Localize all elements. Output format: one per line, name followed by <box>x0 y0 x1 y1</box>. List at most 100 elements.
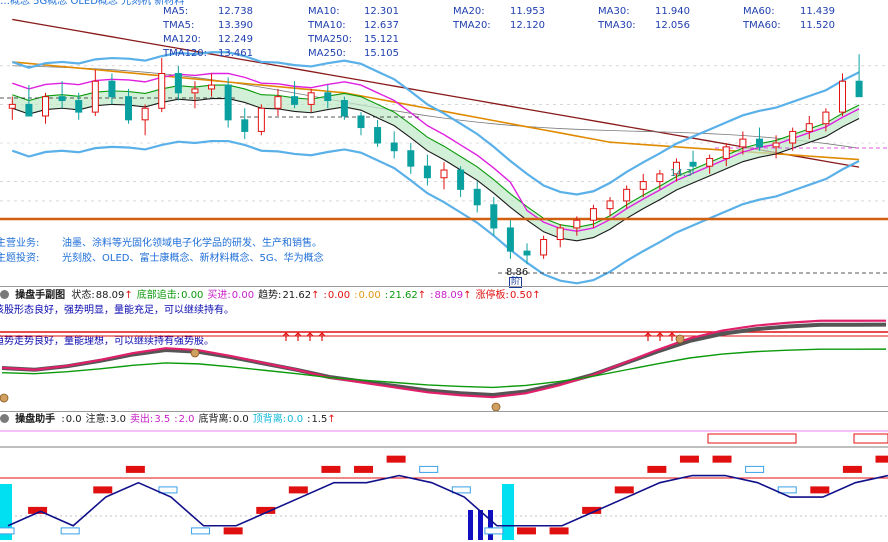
candle-body <box>340 100 348 117</box>
candle-body <box>656 173 664 183</box>
candle-body <box>457 169 465 190</box>
candle-body <box>407 150 415 167</box>
step-block <box>875 455 888 463</box>
candle-body <box>158 73 166 109</box>
candle-body <box>241 119 249 132</box>
business-label: 主营业务: <box>0 238 40 249</box>
step-block <box>647 465 667 473</box>
buy-arrow-icon <box>656 332 664 341</box>
top-header-fragment: …概念 5G概念 OLED概念 光刻机 新材料 <box>0 0 185 7</box>
concept-text: 光刻胶、OLED、富士康概念、新材料概念、5G、华为概念 <box>62 253 324 264</box>
step-block <box>158 486 178 494</box>
blue-signal-bar <box>488 510 493 540</box>
signal-box <box>707 433 797 444</box>
candle-body <box>805 123 813 132</box>
candle-body <box>141 107 149 121</box>
pane-divider-1 <box>0 286 888 287</box>
candle-body <box>108 80 116 98</box>
tma250-value: 15.121 <box>364 34 399 45</box>
step-block <box>614 486 634 494</box>
ma60-value: 11.439 <box>800 6 835 17</box>
candle-body <box>374 127 382 144</box>
tma30-label: TMA30: <box>598 20 636 31</box>
candle-body <box>91 80 99 113</box>
indicator2-chart[interactable] <box>0 414 888 542</box>
candle-body <box>855 80 863 98</box>
pane-divider-2 <box>0 411 888 412</box>
candle-body <box>58 96 66 102</box>
candle-body <box>423 165 431 179</box>
candle-body <box>307 92 315 105</box>
ma30-label: MA30: <box>598 6 630 17</box>
step-block <box>354 465 374 473</box>
step-block <box>419 465 439 473</box>
coin-marker-icon <box>675 334 685 344</box>
candle-body <box>573 219 581 229</box>
tma120-value: 13.461 <box>218 48 253 59</box>
ma5-label: MA5: <box>163 6 189 17</box>
step-block <box>223 527 243 535</box>
ma250-value: 15.105 <box>364 48 399 59</box>
step-block <box>321 465 341 473</box>
indicator1-chart[interactable] <box>0 289 888 411</box>
concept-label: 主题投资: <box>0 253 40 264</box>
buy-arrow-icon <box>294 332 302 341</box>
tma10-label: TMA10: <box>308 20 346 31</box>
step-block <box>386 455 406 463</box>
candle-body <box>291 96 299 105</box>
candle-body <box>257 107 265 132</box>
candle-body <box>357 115 365 129</box>
candle-body <box>208 84 216 90</box>
tma60-value: 11.520 <box>800 20 835 31</box>
candle-body <box>623 188 631 202</box>
tma60-label: TMA60: <box>743 20 781 31</box>
tma250-label: TMA250: <box>308 34 353 45</box>
candle-body <box>739 138 747 148</box>
mid-price-label: 14.3 <box>670 168 693 179</box>
candle-body <box>490 204 498 229</box>
step-block <box>125 465 145 473</box>
candle-body <box>125 96 133 121</box>
ma20-label: MA20: <box>453 6 485 17</box>
candle-body <box>706 157 714 167</box>
tma5-value: 13.390 <box>218 20 253 31</box>
ma60-line <box>12 65 860 149</box>
candle-body <box>789 130 797 144</box>
tma5-label: TMA5: <box>163 20 195 31</box>
candle-body <box>822 111 830 125</box>
buy-arrow-icon <box>644 332 652 341</box>
step-block <box>549 527 569 535</box>
cyan-signal-bar <box>502 484 514 540</box>
ma120-value: 12.249 <box>218 34 253 45</box>
step-block <box>191 527 211 535</box>
signal-box <box>853 433 888 444</box>
candle-body <box>75 100 83 113</box>
stock-chart-screen: …概念 5G概念 OLED概念 光刻机 新材料 MA5: 12.738 MA10… <box>0 0 888 542</box>
step-block <box>810 486 830 494</box>
coin-marker-icon <box>0 393 9 403</box>
buy-arrow-icon <box>318 332 326 341</box>
candle-body <box>25 103 33 117</box>
candle-body <box>506 227 514 252</box>
step-block <box>679 455 699 463</box>
candle-body <box>440 169 448 179</box>
blue-signal-bar <box>478 510 483 540</box>
candle-body <box>324 92 332 102</box>
step-block <box>451 486 471 494</box>
step-block <box>93 486 113 494</box>
blue-signal-bar <box>468 510 473 540</box>
candle-body <box>755 138 763 148</box>
step-block <box>777 486 797 494</box>
ma60-label: MA60: <box>743 6 775 17</box>
candle-body <box>473 188 481 206</box>
assist-line <box>7 474 888 527</box>
buy-arrow-icon <box>306 332 314 341</box>
status-shadow-line <box>1 322 887 398</box>
tma20-label: TMA20: <box>453 20 491 31</box>
step-block <box>0 527 15 535</box>
tma120-label: TMA120: <box>163 48 208 59</box>
candle-body <box>606 200 614 210</box>
candle-body <box>556 227 564 241</box>
step-block <box>842 465 862 473</box>
coin-marker-icon <box>491 402 501 411</box>
